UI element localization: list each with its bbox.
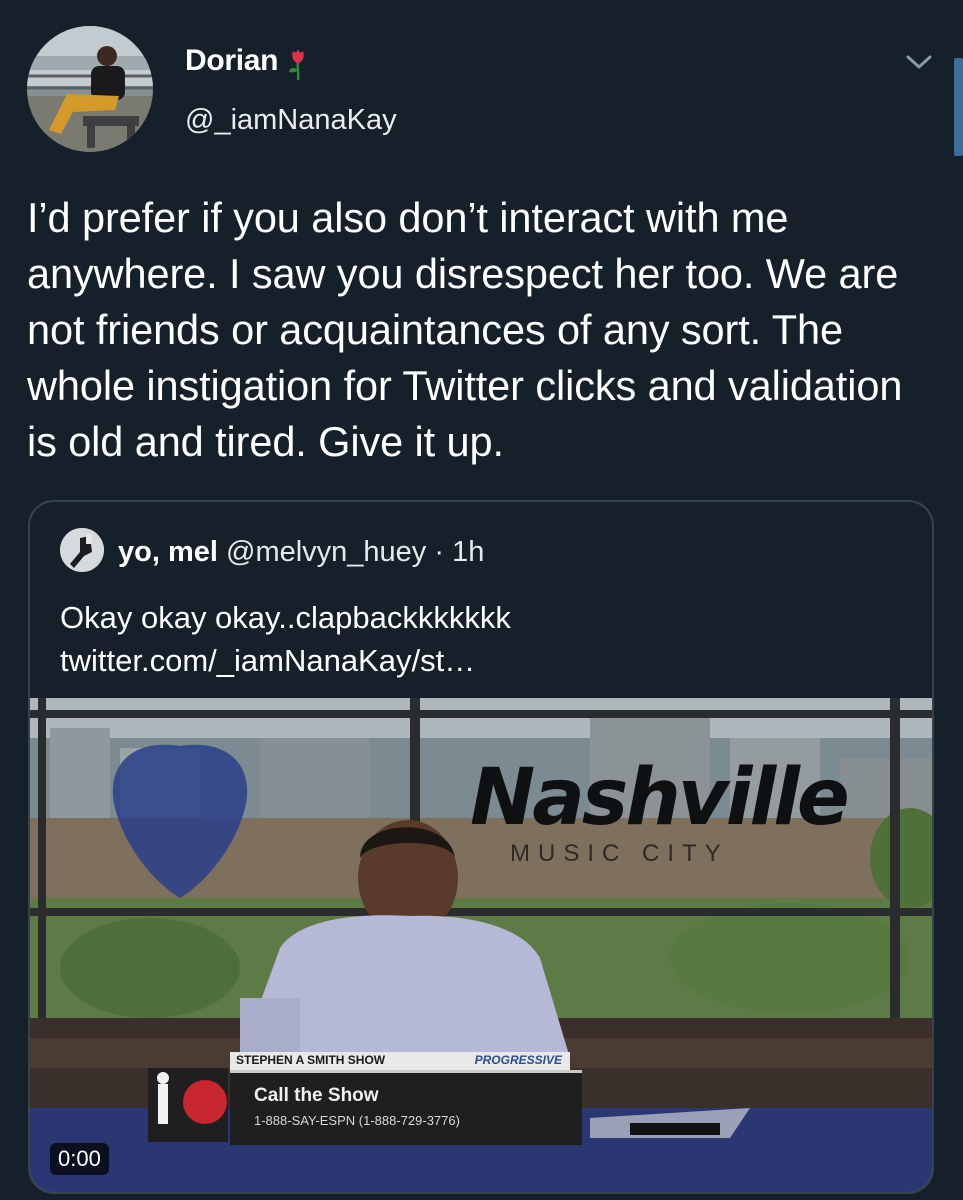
background-sign-sub: MUSIC CITY (510, 840, 729, 867)
broadcast-ticker: STEPHEN A SMITH SHOW PROGRESSIVE (230, 1052, 570, 1070)
video-timestamp: 0:00 (50, 1143, 109, 1175)
chevron-down-icon[interactable] (902, 50, 936, 74)
overlay-number: 1-888-SAY-ESPN (1-888-729-3776) (254, 1113, 460, 1128)
quoted-tweet-card[interactable]: yo, mel @melvyn_huey · 1h Okay okay okay… (28, 500, 934, 1194)
rose-icon (289, 49, 304, 80)
quoted-timestamp[interactable]: 1h (452, 536, 484, 568)
avatar-photo (27, 26, 153, 152)
scrollbar-thumb[interactable] (954, 58, 963, 156)
ticker-sponsor: PROGRESSIVE (474, 1053, 562, 1067)
ticker-label: STEPHEN A SMITH SHOW (236, 1053, 386, 1067)
broadcast-lower-third: Call the Show 1-888-SAY-ESPN (1-888-729-… (230, 1070, 582, 1145)
tweet-text: I’d prefer if you also don’t interact wi… (27, 194, 903, 465)
quoted-author-name[interactable]: yo, mel (118, 536, 218, 568)
quoted-avatar-photo (60, 528, 104, 572)
quoted-author-handle[interactable]: @melvyn_huey (226, 536, 426, 568)
video-player[interactable]: Nashville MUSIC CITY STEPHEN A SMITH SHO… (30, 698, 932, 1192)
quoted-author-avatar[interactable] (60, 528, 104, 572)
overlay-title: Call the Show (254, 1085, 379, 1106)
quoted-tweet-text: Okay okay okay..clapbackkkkkkk twitter.c… (60, 600, 511, 678)
quoted-tweet-header: yo, mel @melvyn_huey · 1h (118, 536, 484, 569)
author-name[interactable]: Dorian (185, 44, 279, 78)
background-sign: Nashville (470, 753, 850, 843)
separator-dot: · (434, 536, 445, 568)
author-handle[interactable]: @_iamNanaKay (185, 104, 397, 137)
author-avatar[interactable] (27, 26, 153, 152)
